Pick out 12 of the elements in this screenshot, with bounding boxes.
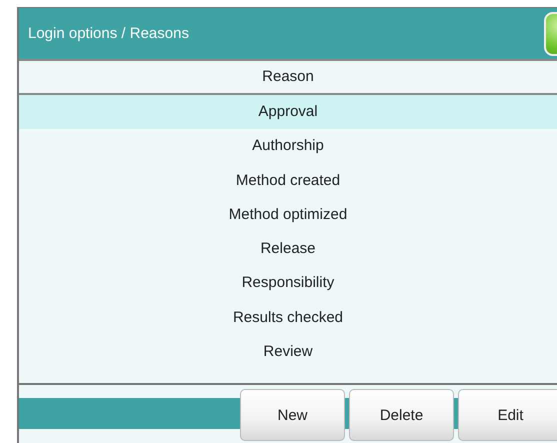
list-item[interactable]: Approval <box>19 95 557 130</box>
list-item[interactable]: Method created <box>19 164 557 198</box>
delete-button[interactable]: Delete <box>349 389 454 441</box>
list-item[interactable]: Release <box>19 232 557 266</box>
list-item[interactable]: Responsibility <box>19 266 557 301</box>
list-item[interactable]: Authorship <box>19 129 557 164</box>
window-title: Login options / Reasons <box>27 25 189 42</box>
new-button[interactable]: New <box>240 389 345 441</box>
list-item[interactable]: Results checked <box>19 300 557 336</box>
list-item[interactable]: Method optimized <box>19 198 557 232</box>
edit-button[interactable]: Edit <box>458 389 557 441</box>
list-item[interactable]: Review <box>19 335 557 370</box>
